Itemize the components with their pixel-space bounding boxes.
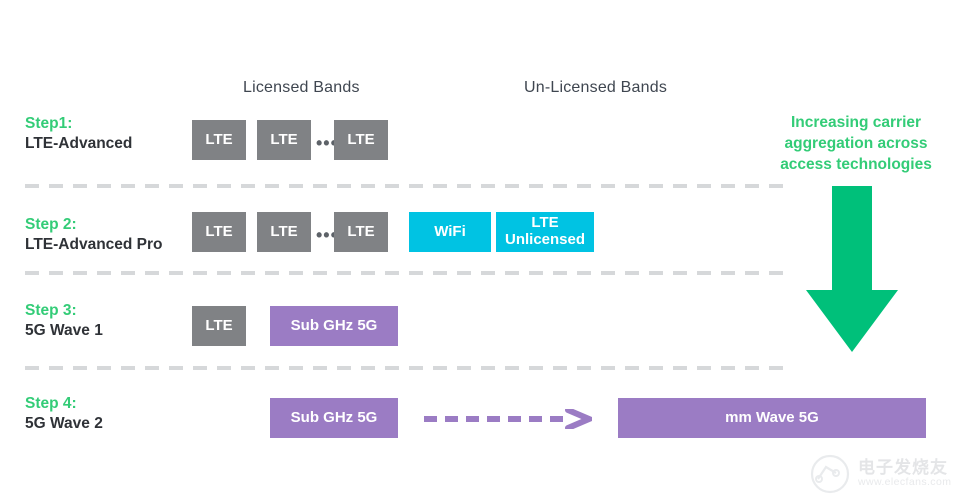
- step-1-number: Step1:: [25, 115, 73, 132]
- column-header-unlicensed-bands: Un-Licensed Bands: [524, 79, 668, 96]
- lte-unlicensed-line-1: LTE: [531, 214, 559, 232]
- column-header-licensed-bands: Licensed Bands: [243, 79, 360, 96]
- callout-line-1: Increasing carrier: [790, 114, 922, 131]
- step-2-name: LTE-Advanced Pro: [25, 235, 163, 253]
- band-box-mm-wave-5g[interactable]: mm Wave 5G: [618, 398, 926, 438]
- band-box-lte-unlicensed[interactable]: LTE Unlicensed: [496, 212, 594, 252]
- step-label-3: Step 3: 5G Wave 1: [25, 301, 103, 341]
- step-2-number: Step 2:: [25, 216, 77, 233]
- step-4-number: Step 4:: [25, 395, 77, 412]
- lte-unlicensed-line-2: Unlicensed: [504, 231, 586, 248]
- band-box-lte[interactable]: LTE: [334, 212, 388, 252]
- callout-line-3: access technologies: [780, 156, 932, 174]
- callout-increasing-carrier-aggregation: Increasing carrier aggregation across ac…: [766, 112, 946, 175]
- watermark-url: www.elecfans.com: [858, 476, 952, 488]
- callout-line-2: aggregation across: [784, 135, 928, 153]
- band-box-lte[interactable]: LTE: [192, 120, 246, 160]
- row-separator: [25, 184, 790, 188]
- band-box-sub-ghz-5g[interactable]: Sub GHz 5G: [270, 398, 398, 438]
- step-label-1: Step1: LTE-Advanced: [25, 114, 132, 154]
- band-box-lte[interactable]: LTE: [192, 212, 246, 252]
- band-box-lte[interactable]: LTE: [334, 120, 388, 160]
- band-box-lte[interactable]: LTE: [257, 120, 311, 160]
- band-box-lte[interactable]: LTE: [192, 306, 246, 346]
- band-box-lte[interactable]: LTE: [257, 212, 311, 252]
- slide-canvas: Licensed Bands Un-Licensed Bands Step1: …: [0, 0, 964, 500]
- step-3-name: 5G Wave 1: [25, 321, 103, 339]
- step-label-2: Step 2: LTE-Advanced Pro: [25, 215, 163, 255]
- step-label-4: Step 4: 5G Wave 2: [25, 394, 103, 434]
- circuit-circle-logo-icon: [810, 454, 850, 494]
- dashed-right-arrow-icon: [424, 409, 592, 429]
- step-3-number: Step 3:: [25, 302, 77, 319]
- band-box-sub-ghz-5g[interactable]: Sub GHz 5G: [270, 306, 398, 346]
- row-separator: [25, 271, 790, 275]
- step-4-name: 5G Wave 2: [25, 414, 103, 432]
- down-arrow-icon: [806, 186, 898, 352]
- step-1-name: LTE-Advanced: [25, 134, 133, 152]
- watermark: 电子发烧友 www.elecfans.com: [806, 452, 958, 496]
- row-separator: [25, 366, 790, 370]
- band-box-wifi[interactable]: WiFi: [409, 212, 491, 252]
- band-box-lte-unlicensed-label: LTE Unlicensed: [504, 214, 586, 249]
- watermark-text: 电子发烧友: [858, 458, 948, 477]
